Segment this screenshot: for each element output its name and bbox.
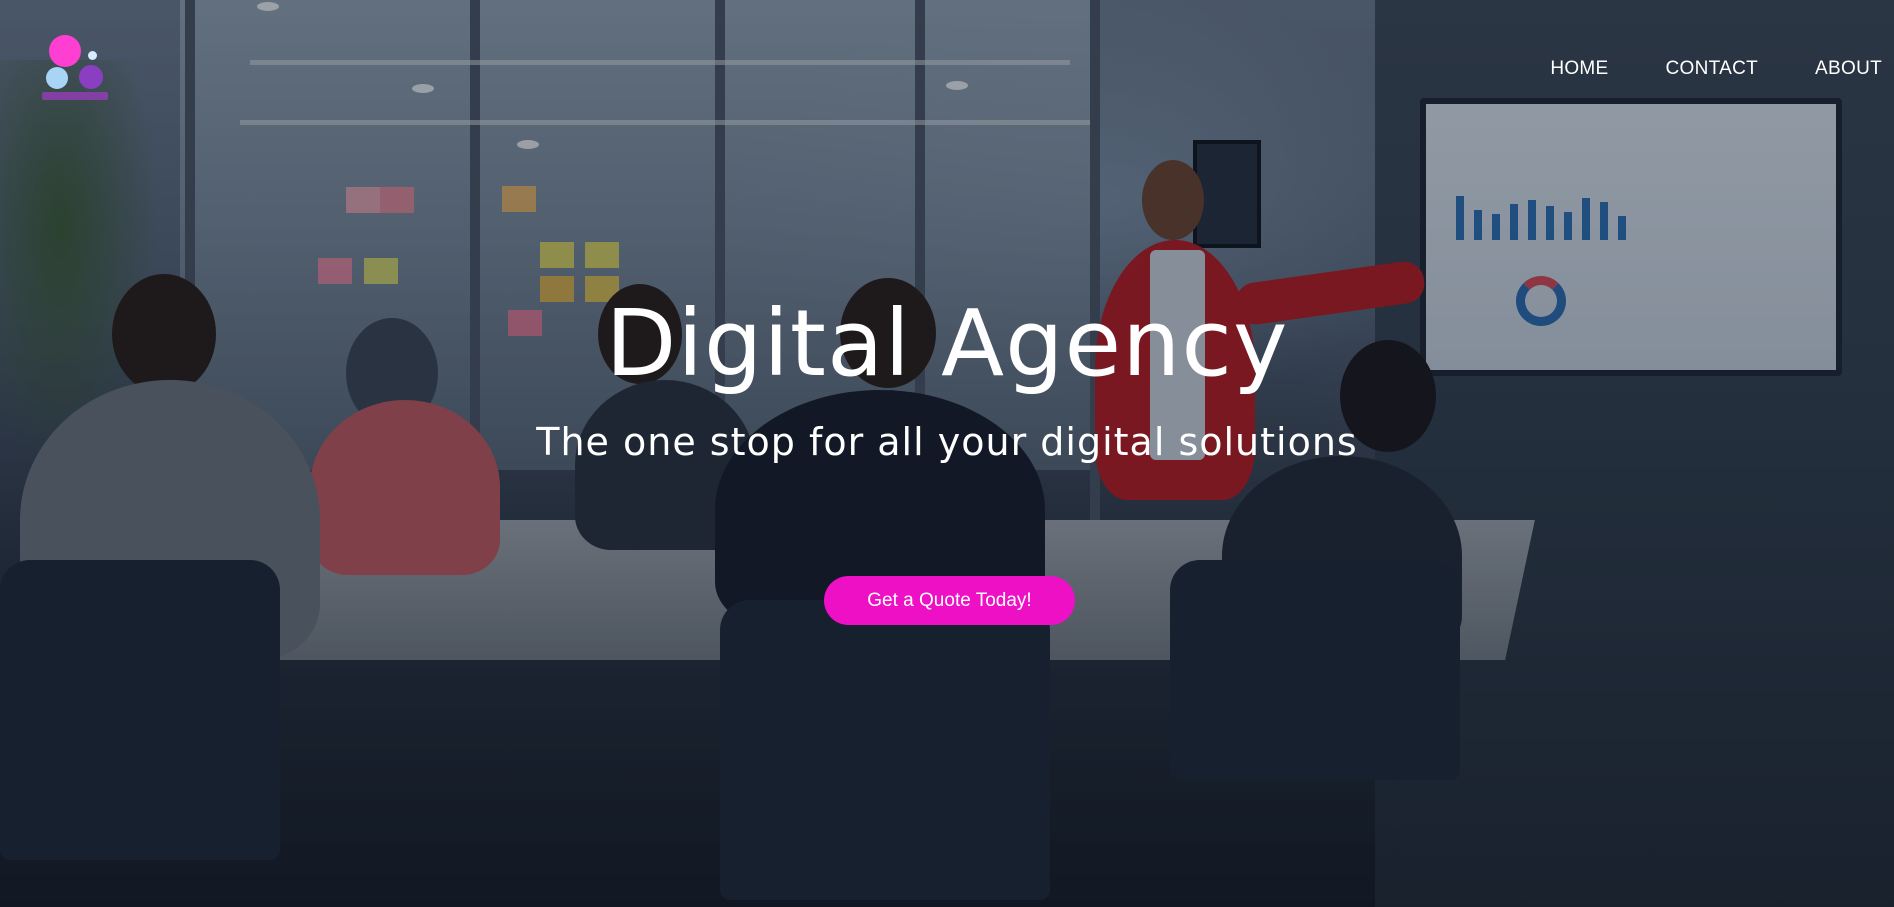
logo-dot-purple (79, 65, 103, 89)
hero-title: Digital Agency (605, 290, 1289, 397)
get-quote-button[interactable]: Get a Quote Today! (824, 576, 1075, 625)
nav-about-link[interactable]: ABOUT (1815, 58, 1882, 80)
dots-logo-icon[interactable] (40, 30, 110, 110)
nav-contact-link[interactable]: CONTACT (1666, 58, 1759, 80)
hero-subtitle: The one stop for all your digital soluti… (536, 420, 1358, 464)
logo-dot-pink (49, 35, 81, 67)
main-nav: HOME CONTACT ABOUT (1493, 58, 1882, 80)
hero-section: HOME CONTACT ABOUT Digital Agency The on… (0, 0, 1894, 907)
logo-wordmark (42, 92, 108, 100)
nav-home-link[interactable]: HOME (1550, 58, 1608, 80)
logo-dot-small (88, 51, 97, 60)
logo-dot-blue (46, 67, 68, 89)
